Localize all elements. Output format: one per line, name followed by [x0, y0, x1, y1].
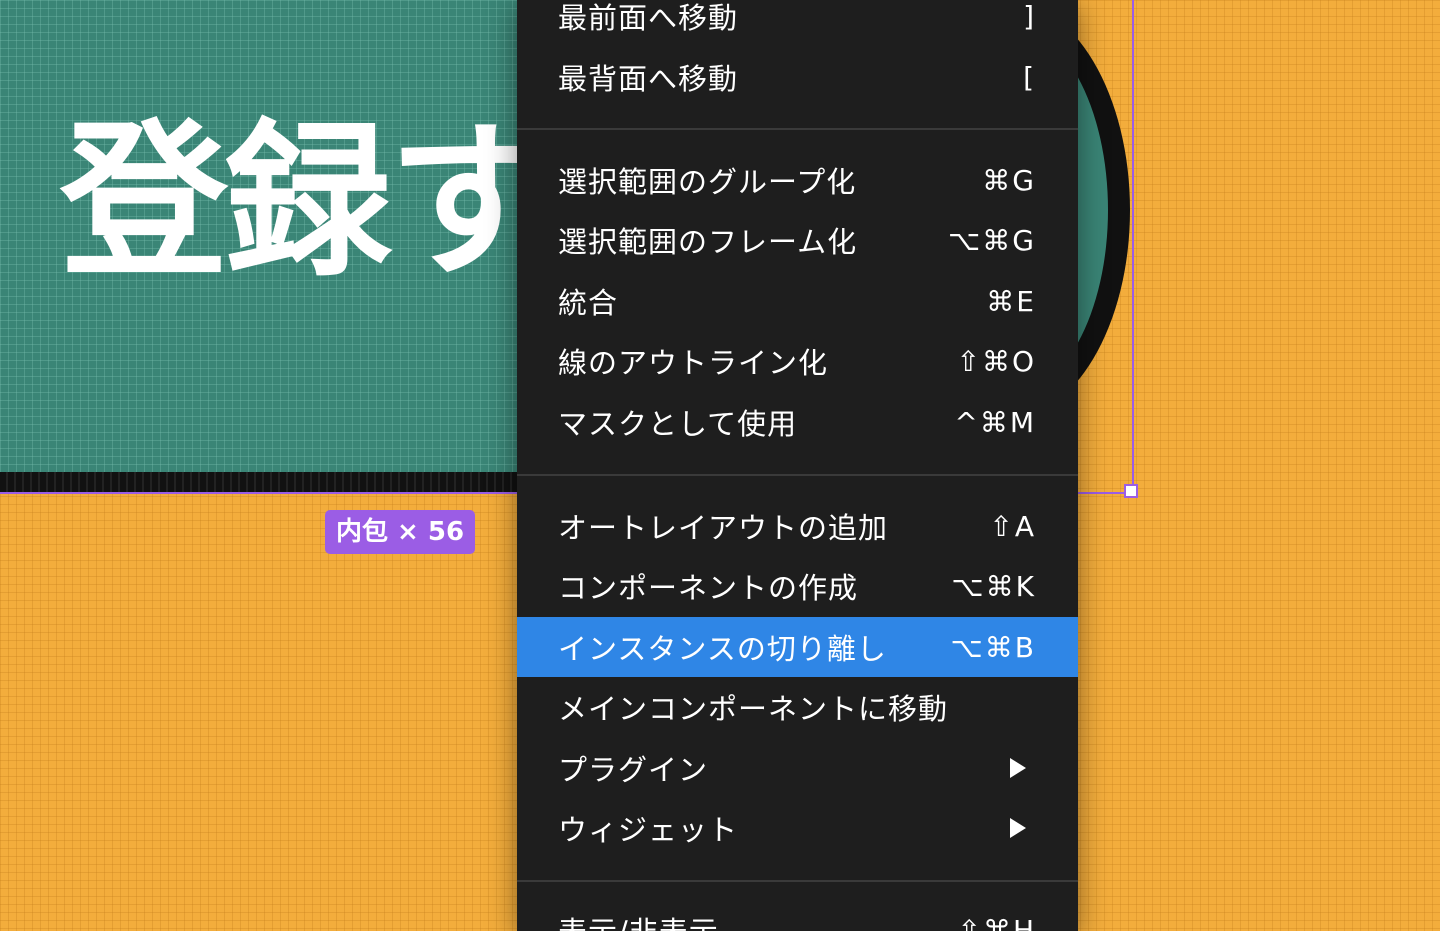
menu-item-shortcut: ⌥⌘G	[948, 223, 1036, 257]
menu-item-frame-selection[interactable]: 選択範囲のフレーム化 ⌥⌘G	[517, 210, 1078, 270]
menu-item-group-selection[interactable]: 選択範囲のグループ化 ⌘G	[517, 150, 1078, 210]
menu-separator	[517, 128, 1078, 130]
menu-item-label: 最背面へ移動	[558, 62, 739, 96]
menu-item-show-hide[interactable]: 表示/非表示 ⇧⌘H	[517, 900, 1078, 931]
frame-bottom-border	[0, 472, 540, 492]
menu-item-create-component[interactable]: コンポーネントの作成 ⌥⌘K	[517, 556, 1078, 616]
context-menu: 最前面へ移動 ] 最背面へ移動 [ 選択範囲のグループ化 ⌘G 選択範囲のフレー…	[517, 0, 1078, 931]
menu-item-label: メインコンポーネントに移動	[558, 692, 949, 726]
frame-heading-text: 登録す	[60, 104, 540, 300]
hug-size-badge: 内包 × 56	[325, 510, 476, 554]
menu-item-shortcut: [	[1023, 60, 1036, 94]
menu-item-detach-instance[interactable]: インスタンスの切り離し ⌥⌘B	[517, 617, 1078, 677]
menu-item-shortcut: ⌥⌘K	[951, 569, 1036, 603]
menu-separator	[517, 880, 1078, 882]
menu-item-label: 最前面へ移動	[558, 1, 739, 35]
menu-item-label: 選択範囲のフレーム化	[558, 225, 858, 259]
menu-item-flatten[interactable]: 統合 ⌘E	[517, 271, 1078, 331]
menu-item-label: ウィジェット	[558, 813, 739, 847]
menu-item-shortcut: ⌥⌘B	[950, 630, 1036, 664]
menu-item-widgets[interactable]: ウィジェット	[517, 798, 1078, 858]
menu-item-shortcut: ⇧⌘O	[956, 344, 1036, 378]
menu-separator	[517, 474, 1078, 476]
menu-item-shortcut: ]	[1023, 0, 1036, 33]
menu-item-label: マスクとして使用	[558, 407, 798, 441]
menu-item-label: プラグイン	[558, 753, 709, 787]
selection-outline-right	[1132, 0, 1134, 494]
menu-item-label: 選択範囲のグループ化	[558, 165, 857, 199]
menu-item-label: 表示/非表示	[558, 909, 719, 931]
menu-item-go-to-main-component[interactable]: メインコンポーネントに移動	[517, 677, 1078, 737]
menu-item-label: コンポーネントの作成	[558, 571, 859, 605]
menu-item-label: オートレイアウトの追加	[558, 511, 889, 545]
menu-item-shortcut: ^⌘M	[954, 405, 1036, 439]
triangle-right-icon	[1010, 758, 1026, 778]
menu-item-send-to-back[interactable]: 最背面へ移動 [	[517, 47, 1078, 107]
menu-item-shortcut: ⇧⌘H	[957, 913, 1036, 931]
selection-resize-handle[interactable]	[1124, 484, 1138, 498]
teal-frame[interactable]: 登録す	[0, 0, 540, 472]
menu-item-shortcut: ⌘G	[982, 163, 1036, 197]
menu-item-plugins[interactable]: プラグイン	[517, 738, 1078, 798]
menu-item-use-as-mask[interactable]: マスクとして使用 ^⌘M	[517, 392, 1078, 452]
menu-item-shortcut: ⇧A	[989, 509, 1036, 543]
menu-item-outline-stroke[interactable]: 線のアウトライン化 ⇧⌘O	[517, 331, 1078, 391]
menu-item-label: インスタンスの切り離し	[558, 632, 887, 666]
menu-item-bring-to-front[interactable]: 最前面へ移動 ]	[517, 0, 1078, 46]
menu-item-label: 統合	[558, 286, 619, 320]
menu-item-shortcut: ⌘E	[986, 284, 1036, 318]
menu-item-add-auto-layout[interactable]: オートレイアウトの追加 ⇧A	[517, 496, 1078, 556]
triangle-right-icon	[1010, 818, 1026, 838]
menu-item-label: 線のアウトライン化	[558, 346, 829, 380]
